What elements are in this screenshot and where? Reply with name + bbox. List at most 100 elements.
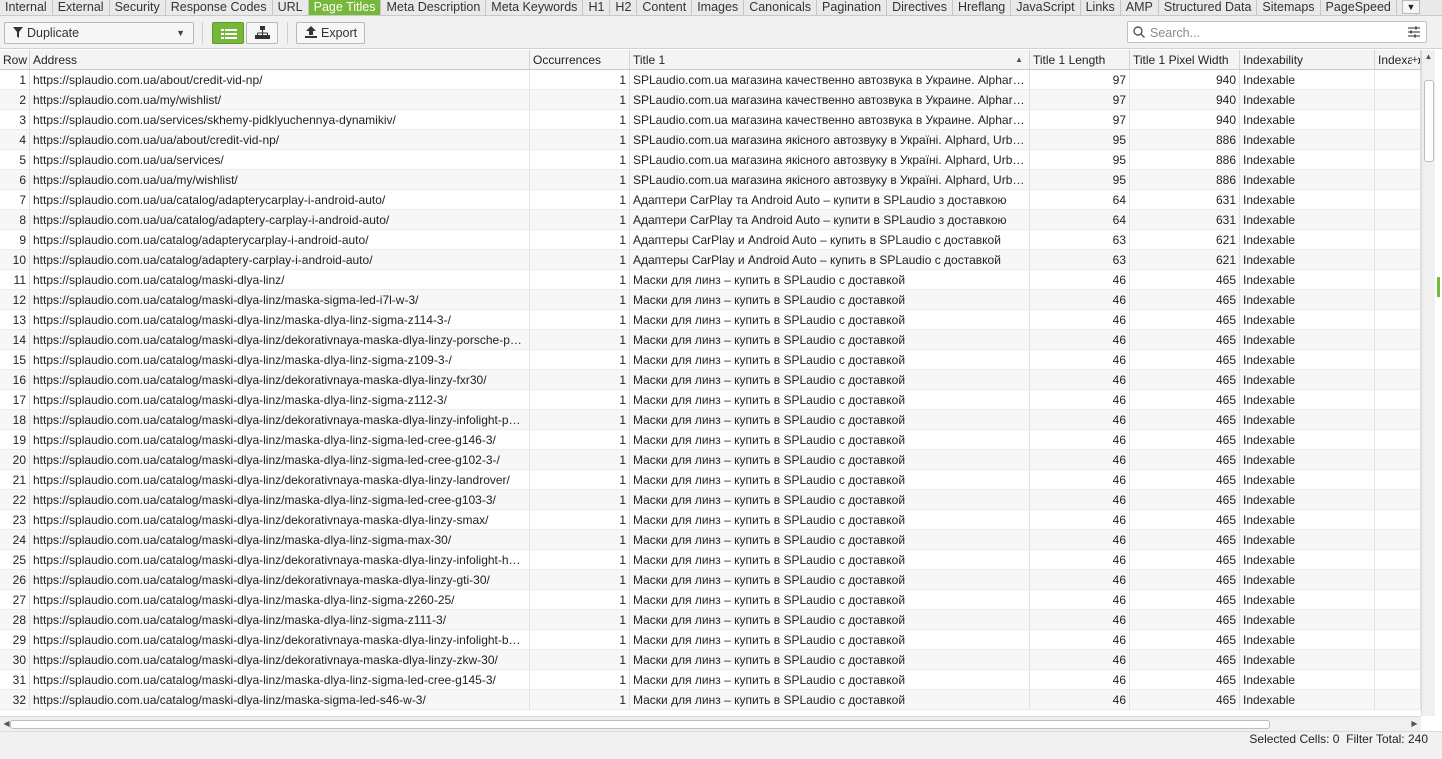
cell-indexability-status[interactable]: [1375, 370, 1421, 390]
cell-indexability[interactable]: Indexable: [1240, 450, 1375, 470]
cell-title-1-pixel-width[interactable]: 465: [1130, 410, 1240, 430]
cell-title-1-length[interactable]: 46: [1030, 370, 1130, 390]
cell-title-1-pixel-width[interactable]: 940: [1130, 70, 1240, 90]
tab-pagination[interactable]: Pagination: [817, 0, 888, 15]
cell-indexability-status[interactable]: [1375, 430, 1421, 450]
cell-occurrences[interactable]: 1: [530, 90, 630, 110]
list-view-button[interactable]: [212, 22, 244, 44]
table-row[interactable]: 20 https://splaudio.com.ua/catalog/maski-…: [0, 450, 1421, 470]
cell-title-1-pixel-width[interactable]: 465: [1130, 590, 1240, 610]
cell-address[interactable]: https://splaudio.com.ua/catalog/maski-dl…: [30, 610, 530, 630]
cell-title-1-length[interactable]: 46: [1030, 530, 1130, 550]
cell-indexability[interactable]: Indexable: [1240, 610, 1375, 630]
cell-indexability-status[interactable]: [1375, 470, 1421, 490]
cell-occurrences[interactable]: 1: [530, 550, 630, 570]
cell-row-number[interactable]: 3: [0, 110, 30, 130]
column-header-indexability-status[interactable]: Indexab +: [1375, 50, 1421, 70]
table-row[interactable]: 9 https://splaudio.com.ua/catalog/adapter…: [0, 230, 1421, 250]
cell-indexability[interactable]: Indexable: [1240, 110, 1375, 130]
cell-row-number[interactable]: 26: [0, 570, 30, 590]
tab-h2[interactable]: H2: [610, 0, 638, 15]
cell-occurrences[interactable]: 1: [530, 470, 630, 490]
cell-title-1-pixel-width[interactable]: 465: [1130, 650, 1240, 670]
cell-address[interactable]: https://splaudio.com.ua/catalog/maski-dl…: [30, 630, 530, 650]
cell-address[interactable]: https://splaudio.com.ua/catalog/adaptery…: [30, 230, 530, 250]
cell-address[interactable]: https://splaudio.com.ua/catalog/maski-dl…: [30, 690, 530, 710]
cell-indexability-status[interactable]: [1375, 390, 1421, 410]
tab-page-titles[interactable]: Page Titles: [308, 0, 382, 15]
cell-indexability[interactable]: Indexable: [1240, 270, 1375, 290]
cell-occurrences[interactable]: 1: [530, 190, 630, 210]
cell-occurrences[interactable]: 1: [530, 510, 630, 530]
table-row[interactable]: 32 https://splaudio.com.ua/catalog/maski-…: [0, 690, 1421, 710]
tab-hreflang[interactable]: Hreflang: [953, 0, 1012, 15]
table-row[interactable]: 15 https://splaudio.com.ua/catalog/maski-…: [0, 350, 1421, 370]
cell-title-1-length[interactable]: 46: [1030, 390, 1130, 410]
cell-indexability-status[interactable]: [1375, 70, 1421, 90]
cell-indexability[interactable]: Indexable: [1240, 250, 1375, 270]
table-row[interactable]: 6 https://splaudio.com.ua/ua/my/wishlist/…: [0, 170, 1421, 190]
table-row[interactable]: 3 https://splaudio.com.ua/services/skhemy…: [0, 110, 1421, 130]
tab-images[interactable]: Images: [692, 0, 745, 15]
cell-title-1[interactable]: Маски для линз – купить в SPLaudio с дос…: [630, 530, 1030, 550]
cell-title-1-length[interactable]: 46: [1030, 630, 1130, 650]
table-row[interactable]: 22 https://splaudio.com.ua/catalog/maski-…: [0, 490, 1421, 510]
cell-occurrences[interactable]: 1: [530, 170, 630, 190]
cell-title-1[interactable]: Маски для линз – купить в SPLaudio с дос…: [630, 650, 1030, 670]
cell-indexability-status[interactable]: [1375, 610, 1421, 630]
cell-title-1[interactable]: SPLaudio.com.ua магазина якісного автозв…: [630, 150, 1030, 170]
cell-indexability-status[interactable]: [1375, 570, 1421, 590]
cell-title-1[interactable]: Маски для линз – купить в SPLaudio с дос…: [630, 270, 1030, 290]
cell-indexability-status[interactable]: [1375, 690, 1421, 710]
column-header-address[interactable]: Address: [30, 50, 530, 70]
tab-directives[interactable]: Directives: [887, 0, 953, 15]
cell-occurrences[interactable]: 1: [530, 650, 630, 670]
cell-address[interactable]: https://splaudio.com.ua/ua/about/credit-…: [30, 130, 530, 150]
cell-indexability-status[interactable]: [1375, 110, 1421, 130]
cell-title-1-length[interactable]: 46: [1030, 430, 1130, 450]
cell-indexability-status[interactable]: [1375, 530, 1421, 550]
cell-indexability[interactable]: Indexable: [1240, 570, 1375, 590]
cell-title-1[interactable]: Адаптери CarPlay та Android Auto – купит…: [630, 210, 1030, 230]
cell-row-number[interactable]: 12: [0, 290, 30, 310]
cell-address[interactable]: https://splaudio.com.ua/catalog/adaptery…: [30, 250, 530, 270]
cell-occurrences[interactable]: 1: [530, 330, 630, 350]
cell-occurrences[interactable]: 1: [530, 530, 630, 550]
cell-title-1-length[interactable]: 95: [1030, 170, 1130, 190]
cell-address[interactable]: https://splaudio.com.ua/catalog/maski-dl…: [30, 470, 530, 490]
cell-title-1[interactable]: Адаптеры CarPlay и Android Auto – купить…: [630, 250, 1030, 270]
cell-title-1-length[interactable]: 46: [1030, 570, 1130, 590]
scroll-up-icon[interactable]: ▲: [1422, 52, 1435, 61]
cell-indexability[interactable]: Indexable: [1240, 550, 1375, 570]
cell-indexability-status[interactable]: [1375, 150, 1421, 170]
cell-row-number[interactable]: 25: [0, 550, 30, 570]
cell-title-1-pixel-width[interactable]: 465: [1130, 270, 1240, 290]
cell-indexability-status[interactable]: [1375, 410, 1421, 430]
tab-internal[interactable]: Internal: [0, 0, 53, 15]
cell-row-number[interactable]: 24: [0, 530, 30, 550]
cell-row-number[interactable]: 2: [0, 90, 30, 110]
cell-occurrences[interactable]: 1: [530, 150, 630, 170]
cell-indexability[interactable]: Indexable: [1240, 70, 1375, 90]
cell-row-number[interactable]: 19: [0, 430, 30, 450]
table-row[interactable]: 24 https://splaudio.com.ua/catalog/maski-…: [0, 530, 1421, 550]
cell-title-1[interactable]: SPLaudio.com.ua магазина качественно авт…: [630, 70, 1030, 90]
table-row[interactable]: 25 https://splaudio.com.ua/catalog/maski-…: [0, 550, 1421, 570]
cell-row-number[interactable]: 23: [0, 510, 30, 530]
cell-title-1-length[interactable]: 97: [1030, 70, 1130, 90]
table-row[interactable]: 1 https://splaudio.com.ua/about/credit-vi…: [0, 70, 1421, 90]
cell-title-1-length[interactable]: 46: [1030, 310, 1130, 330]
cell-address[interactable]: https://splaudio.com.ua/catalog/maski-dl…: [30, 290, 530, 310]
cell-occurrences[interactable]: 1: [530, 290, 630, 310]
tab-links[interactable]: Links: [1081, 0, 1121, 15]
cell-row-number[interactable]: 7: [0, 190, 30, 210]
cell-address[interactable]: https://splaudio.com.ua/catalog/maski-dl…: [30, 270, 530, 290]
cell-indexability-status[interactable]: [1375, 490, 1421, 510]
column-header-occurrences[interactable]: Occurrences: [530, 50, 630, 70]
cell-occurrences[interactable]: 1: [530, 310, 630, 330]
cell-address[interactable]: https://splaudio.com.ua/about/credit-vid…: [30, 70, 530, 90]
column-header-title-1-pixel-width[interactable]: Title 1 Pixel Width: [1130, 50, 1240, 70]
cell-title-1[interactable]: Маски для линз – купить в SPLaudio с дос…: [630, 550, 1030, 570]
cell-title-1-length[interactable]: 46: [1030, 410, 1130, 430]
cell-title-1[interactable]: Адаптеры CarPlay и Android Auto – купить…: [630, 230, 1030, 250]
